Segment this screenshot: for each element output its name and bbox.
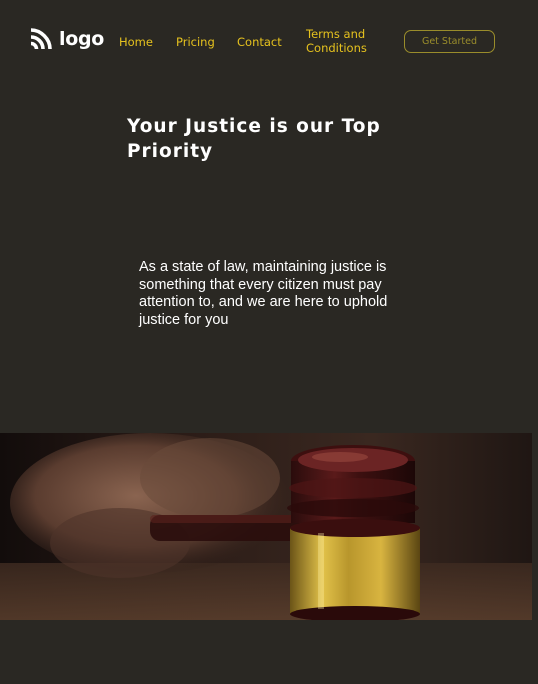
- nav-link-home[interactable]: Home: [119, 35, 153, 49]
- gavel-photo: [0, 433, 532, 620]
- logo-icon: [30, 28, 52, 50]
- nav-link-pricing[interactable]: Pricing: [176, 35, 215, 49]
- hero-image-gavel: [0, 433, 532, 620]
- logo[interactable]: logo: [29, 27, 104, 51]
- logo-text: logo: [59, 28, 105, 50]
- navbar: logo Home Pricing Contact Terms and Cond…: [0, 0, 538, 82]
- hero-title: Your Justice is our Top Priority: [127, 116, 381, 162]
- hero-description: As a state of law, maintaining justice i…: [139, 259, 388, 328]
- nav-link-contact[interactable]: Contact: [237, 35, 282, 49]
- get-started-button[interactable]: Get Started: [404, 30, 495, 53]
- nav-link-terms[interactable]: Terms and Conditions: [306, 27, 376, 55]
